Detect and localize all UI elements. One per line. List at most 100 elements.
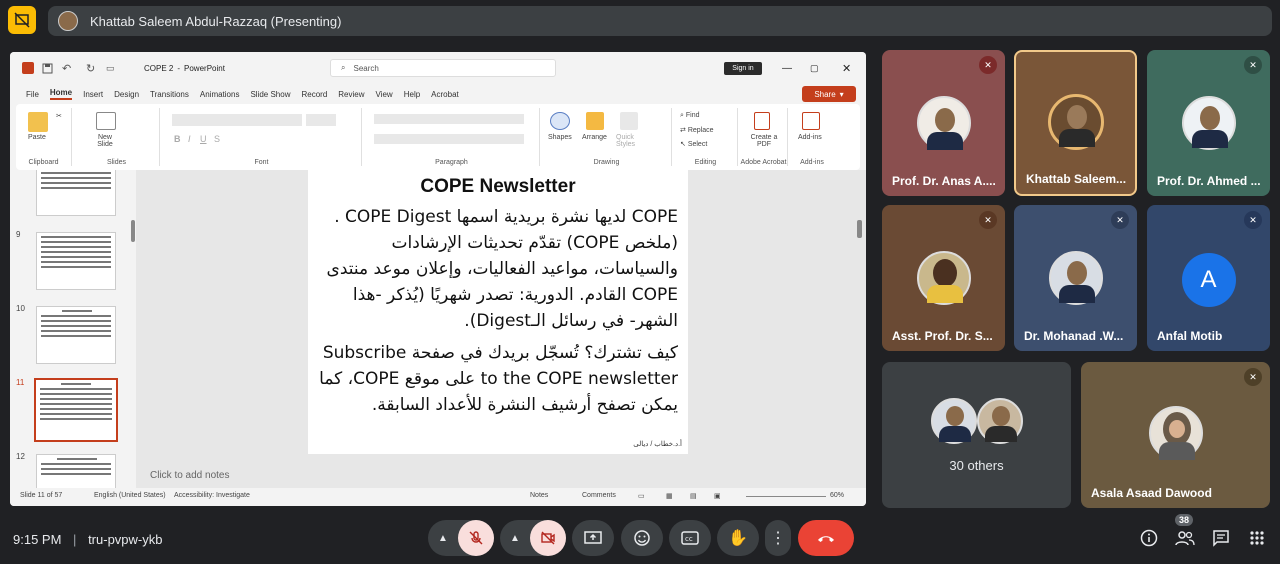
- thumbnail-scrollbar[interactable]: [131, 220, 135, 242]
- participant-tile-2[interactable]: Khattab Saleem...: [1014, 50, 1137, 196]
- slide-thumbnail-8[interactable]: [36, 170, 116, 216]
- mic-toggle-button[interactable]: [458, 520, 494, 556]
- underline-icon[interactable]: U: [200, 134, 207, 144]
- participant-tile-6[interactable]: A ✕ Anfal Motib: [1147, 205, 1270, 351]
- menu-file[interactable]: File: [26, 90, 39, 99]
- undo-icon[interactable]: ↶: [62, 52, 71, 84]
- signin-button[interactable]: Sign in: [724, 62, 762, 75]
- zoom-level[interactable]: 60%: [830, 492, 844, 499]
- maximize-icon[interactable]: ▢: [810, 52, 819, 84]
- strike-icon[interactable]: S: [214, 134, 220, 144]
- create-pdf-icon[interactable]: [754, 112, 770, 130]
- raise-hand-button[interactable]: ✋: [717, 520, 759, 556]
- participant-tile-5[interactable]: ✕ Dr. Mohanad .W...: [1014, 205, 1137, 351]
- new-slide-icon[interactable]: [96, 112, 116, 130]
- presenter-banner: Khattab Saleem Abdul-Razzaq (Presenting): [48, 6, 1272, 36]
- mic-options-button[interactable]: ▲: [428, 520, 458, 556]
- notes-button[interactable]: Notes: [530, 492, 548, 499]
- people-button[interactable]: 38: [1173, 514, 1197, 550]
- accessibility-status[interactable]: Accessibility: Investigate: [174, 492, 250, 499]
- slide-paragraph-2: كيف تشترك؟ تُسجّل بريدك في صفحة Subscrib…: [319, 343, 678, 415]
- participant-name: Dr. Mohanad .W...: [1024, 329, 1124, 343]
- font-size-select[interactable]: [306, 114, 336, 126]
- mic-off-icon: ✕: [979, 56, 997, 74]
- chat-button[interactable]: [1209, 526, 1233, 550]
- comments-button[interactable]: Comments: [582, 492, 616, 499]
- select-button[interactable]: ↖ Select: [680, 140, 707, 148]
- menu-record[interactable]: Record: [301, 90, 327, 99]
- save-icon[interactable]: [42, 52, 53, 84]
- language-status[interactable]: English (United States): [94, 492, 166, 499]
- drawing-label: Drawing: [593, 159, 620, 166]
- chevron-up-icon: ▲: [510, 532, 520, 544]
- close-icon[interactable]: ✕: [842, 52, 851, 84]
- addins-label: Add-ins: [798, 134, 822, 141]
- search-icon: ⌕: [341, 63, 346, 72]
- menu-home[interactable]: Home: [49, 88, 73, 100]
- menu-review[interactable]: Review: [338, 90, 364, 99]
- mic-control: ▲: [428, 520, 494, 556]
- addins-icon[interactable]: [802, 112, 820, 130]
- menu-acrobat[interactable]: Acrobat: [431, 90, 459, 99]
- addins-group: Add-ins Add-ins: [790, 108, 834, 166]
- menu-slideshow[interactable]: Slide Show: [250, 90, 290, 99]
- participant-tile-1[interactable]: ✕ Prof. Dr. Anas A....: [882, 50, 1005, 196]
- sorter-view-icon[interactable]: ▦: [666, 492, 673, 500]
- ppt-search-input[interactable]: ⌕ Search: [330, 59, 556, 77]
- slide-thumbnail-9[interactable]: [36, 232, 116, 290]
- list-controls[interactable]: [374, 114, 524, 124]
- camera-options-button[interactable]: ▲: [500, 520, 530, 556]
- presenter-avatar: [58, 11, 78, 31]
- avatar: [977, 398, 1023, 444]
- menu-animations[interactable]: Animations: [200, 90, 240, 99]
- slide-thumbnail-11[interactable]: [34, 378, 118, 442]
- quick-styles-icon[interactable]: [620, 112, 638, 130]
- meeting-details-button[interactable]: [1137, 526, 1161, 550]
- minimize-icon[interactable]: —: [782, 52, 792, 84]
- more-options-button[interactable]: ⋮: [765, 520, 791, 556]
- share-button[interactable]: Share ▾: [802, 86, 856, 102]
- bold-icon[interactable]: B: [174, 134, 181, 144]
- captions-button[interactable]: cc: [669, 520, 711, 556]
- participant-tile-8[interactable]: ✕ Asala Asaad Dawood: [1081, 362, 1270, 508]
- replace-button[interactable]: ⇄ Replace: [680, 126, 714, 134]
- current-slide[interactable]: COPE Newsletter COPE لديها نشرة بريدية ا…: [308, 170, 688, 454]
- arrange-icon[interactable]: [586, 112, 604, 130]
- menu-insert[interactable]: Insert: [83, 90, 103, 99]
- slides-group: New Slide Slides: [74, 108, 160, 166]
- redo-icon[interactable]: ↻: [86, 52, 95, 84]
- addins-group-label: Add-ins: [800, 159, 824, 166]
- menu-help[interactable]: Help: [404, 90, 420, 99]
- present-mini-icon[interactable]: ▭: [106, 52, 115, 84]
- ppt-menubar: File Home Insert Design Transitions Anim…: [10, 84, 866, 104]
- shapes-icon[interactable]: [550, 112, 570, 130]
- align-controls[interactable]: [374, 134, 524, 144]
- cut-icon[interactable]: ✂: [56, 112, 62, 120]
- select-label: Select: [687, 141, 708, 148]
- activities-button[interactable]: [1245, 526, 1269, 550]
- leave-call-button[interactable]: [798, 520, 854, 556]
- menu-design[interactable]: Design: [114, 90, 139, 99]
- notes-placeholder[interactable]: Click to add notes: [150, 470, 230, 481]
- italic-icon[interactable]: I: [188, 134, 191, 144]
- reading-view-icon[interactable]: ▤: [690, 492, 697, 500]
- participant-name: Khattab Saleem...: [1026, 172, 1127, 186]
- stop-presenting-button[interactable]: [8, 6, 36, 34]
- slide-thumbnail-10[interactable]: [36, 306, 116, 364]
- font-name-select[interactable]: [172, 114, 302, 126]
- camera-toggle-button[interactable]: [530, 520, 566, 556]
- menu-view[interactable]: View: [376, 90, 393, 99]
- participant-tile-3[interactable]: ✕ Prof. Dr. Ahmed ...: [1147, 50, 1270, 196]
- menu-transitions[interactable]: Transitions: [150, 90, 189, 99]
- paste-icon[interactable]: [28, 112, 48, 132]
- slideshow-view-icon[interactable]: ▣: [714, 492, 721, 500]
- zoom-slider[interactable]: [746, 496, 826, 497]
- slide-thumbnail-12[interactable]: [36, 454, 116, 488]
- reactions-button[interactable]: [621, 520, 663, 556]
- slide-scrollbar[interactable]: [857, 220, 862, 238]
- present-button[interactable]: [572, 520, 614, 556]
- normal-view-icon[interactable]: ▭: [638, 492, 645, 500]
- others-tile[interactable]: 30 others: [882, 362, 1071, 508]
- find-button[interactable]: ⌕ Find: [680, 112, 700, 120]
- participant-tile-4[interactable]: ✕ Asst. Prof. Dr. S...: [882, 205, 1005, 351]
